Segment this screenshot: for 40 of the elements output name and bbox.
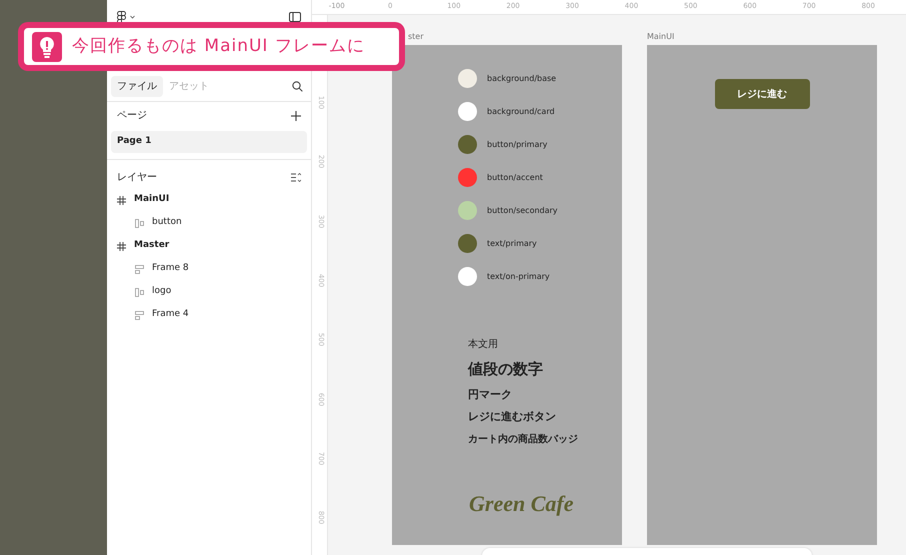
columns-icon <box>135 288 144 296</box>
lightbulb-icon <box>32 32 62 62</box>
type-sample: レジに進むボタン <box>468 409 556 425</box>
swatch-label: button/primary <box>487 138 548 150</box>
swatch-label: background/base <box>487 72 556 84</box>
swatch-label: button/secondary <box>487 204 558 216</box>
layer-item[interactable]: Frame 8 <box>152 262 189 276</box>
columns-icon <box>135 218 144 228</box>
page-item[interactable]: Page 1 <box>111 131 307 152</box>
type-sample: 本文用 <box>468 338 498 352</box>
layer-item[interactable]: Master <box>134 239 170 253</box>
checkout-button[interactable]: レジに進む <box>714 79 810 109</box>
layer-item[interactable]: MainUI <box>134 193 170 207</box>
layer-list-icon[interactable] <box>291 172 301 182</box>
layer-item[interactable]: Frame 4 <box>152 308 189 322</box>
pages-heading: ページ <box>117 109 147 123</box>
panel-toggle-icon[interactable] <box>289 12 301 22</box>
figma-logo-icon[interactable] <box>117 10 126 24</box>
frame-icon <box>117 196 126 204</box>
layer-item[interactable]: button <box>152 216 182 230</box>
frame-label: ster <box>408 31 424 43</box>
caret-icon[interactable] <box>130 15 135 19</box>
add-icon[interactable] <box>291 110 301 120</box>
swatch-label: text/on-primary <box>487 270 550 282</box>
swatch-label: background/card <box>487 106 555 118</box>
callout-text: 今回作るものは MainUI フレームに <box>72 34 365 58</box>
type-sample: 円マーク <box>468 386 512 402</box>
layer-item[interactable]: logo <box>152 285 172 299</box>
frame-icon <box>117 242 126 250</box>
rows-icon <box>135 310 144 320</box>
logo-text: Green Cafe <box>469 490 574 518</box>
search-icon[interactable] <box>292 81 303 92</box>
frame-label: MainUI <box>647 31 674 43</box>
swatch-label: button/accent <box>487 172 543 184</box>
swatch-label: text/primary <box>487 238 537 250</box>
layers-heading: レイヤー <box>117 170 157 184</box>
rows-icon <box>135 264 144 274</box>
sidebar-tab[interactable]: ファイル <box>111 76 163 97</box>
type-sample: カート内の商品数バッジ <box>468 432 578 446</box>
type-sample: 値段の数字 <box>468 359 543 380</box>
